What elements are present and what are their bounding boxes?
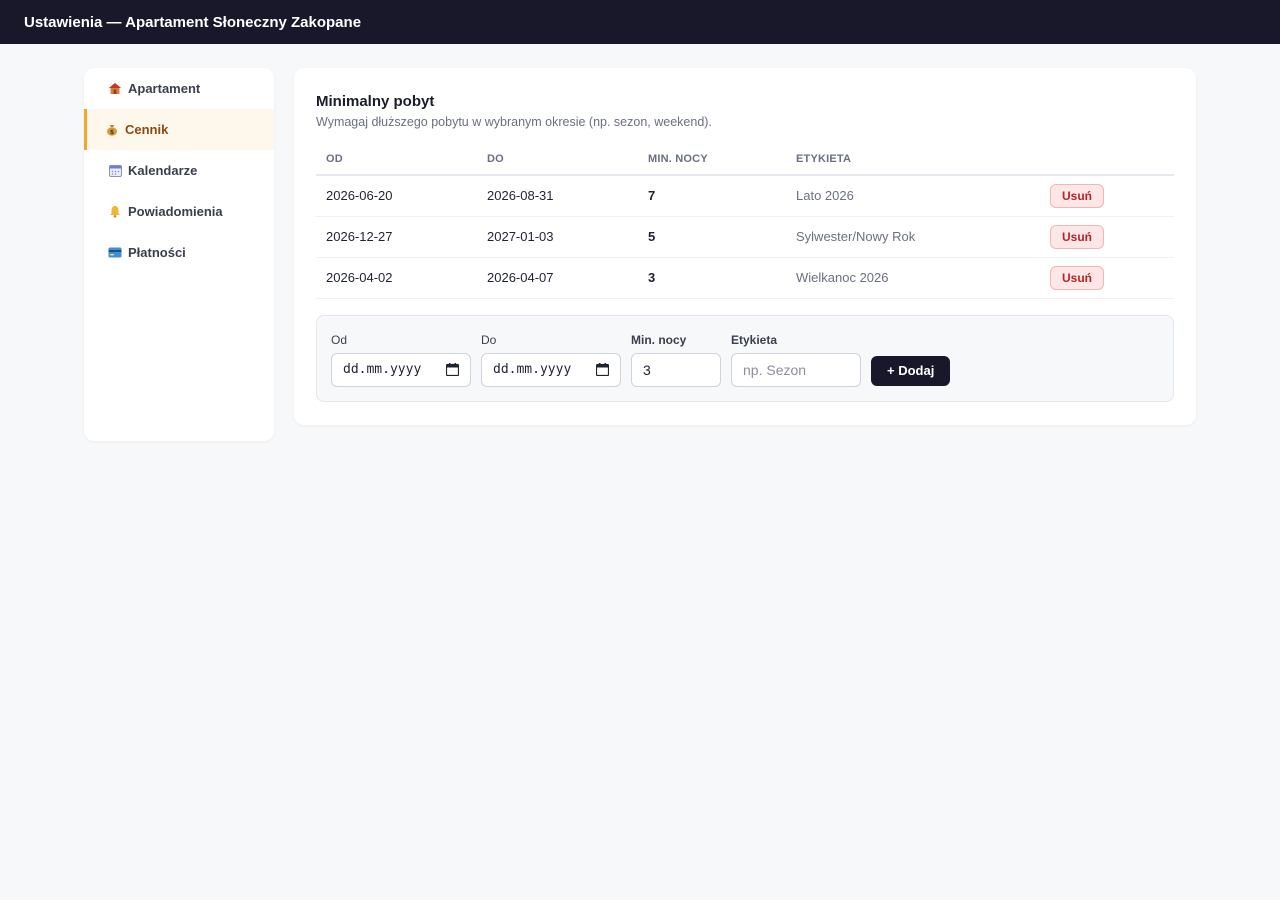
to-label: Do	[481, 332, 497, 347]
cell-min-nights: 7	[638, 175, 786, 217]
tag-label: Etykieta	[731, 332, 778, 347]
cell-from: 2026-06-20	[316, 175, 477, 217]
sidebar-item-cennik[interactable]: $ Cennik	[84, 109, 274, 150]
delete-button[interactable]: Usuń	[1050, 265, 1104, 290]
sidebar-item-apartament[interactable]: Apartament	[84, 68, 274, 109]
delete-button[interactable]: Usuń	[1050, 224, 1104, 249]
top-bar: Ustawienia — Apartament Słoneczny Zakopa…	[0, 0, 1280, 44]
column-header-min-nights: MIN. NOCY	[638, 144, 786, 176]
cell-actions: Usuń	[1040, 216, 1174, 258]
settings-sidebar: Apartament $ Cennik Kalendarze Powiadomi…	[84, 68, 274, 441]
house-icon	[107, 82, 123, 96]
cell-label: Lato 2026	[786, 175, 1040, 217]
sidebar-item-label: Powiadomienia	[128, 204, 223, 219]
section-subtitle: Wymagaj dłuższego pobytu w wybranym okre…	[316, 115, 712, 129]
cell-to: 2026-04-07	[477, 257, 638, 299]
delete-button[interactable]: Usuń	[1050, 183, 1104, 208]
column-header-to: DO	[477, 144, 638, 176]
min-nights-field: Min. nocy 3	[631, 333, 721, 387]
add-button[interactable]: + Dodaj	[871, 355, 951, 386]
table-row: 2026-04-02 2026-04-07 3 Wielkanoc 2026 U…	[316, 257, 1174, 299]
calendar-icon[interactable]	[445, 363, 460, 377]
add-rule-form: Od dd.mm.yyyy Do dd.mm.yyyy Min. nocy 3 …	[316, 314, 1174, 402]
credit-card-icon	[107, 246, 123, 260]
cell-from: 2026-04-02	[316, 257, 477, 299]
column-header-from: OD	[316, 144, 477, 176]
page-title: Ustawienia — Apartament Słoneczny Zakopa…	[24, 13, 362, 31]
cell-label: Wielkanoc 2026	[786, 257, 1040, 299]
from-label: Od	[331, 332, 348, 347]
cell-min-nights: 3	[638, 257, 786, 299]
sidebar-item-kalendarze[interactable]: Kalendarze	[84, 150, 274, 191]
table-row: 2026-06-20 2026-08-31 7 Lato 2026 Usuń	[316, 175, 1174, 217]
calendar-icon[interactable]	[595, 363, 610, 377]
min-nights-input[interactable]: 3	[631, 352, 721, 387]
cell-label: Sylwester/Nowy Rok	[786, 216, 1040, 258]
to-field: Do dd.mm.yyyy	[481, 333, 621, 387]
minimum-stay-table: OD DO MIN. NOCY ETYKIETA 2026-06-20 2026…	[316, 144, 1174, 299]
to-date-input[interactable]: dd.mm.yyyy	[481, 352, 621, 387]
money-bag-icon: $	[104, 123, 120, 137]
to-date-value: dd.mm.yyyy	[493, 362, 572, 377]
sidebar-item-label: Apartament	[128, 81, 201, 96]
tag-input[interactable]: np. Sezon	[731, 352, 861, 387]
cell-to: 2026-08-31	[477, 175, 638, 217]
bell-icon	[107, 205, 123, 219]
cell-min-nights: 5	[638, 216, 786, 258]
sidebar-item-platnosci[interactable]: Płatności	[84, 232, 274, 273]
sidebar-item-label: Płatności	[128, 245, 186, 260]
table-header-row: OD DO MIN. NOCY ETYKIETA	[316, 144, 1174, 176]
sidebar-item-powiadomienia[interactable]: Powiadomienia	[84, 191, 274, 232]
tag-placeholder: np. Sezon	[743, 361, 807, 378]
cell-to: 2027-01-03	[477, 216, 638, 258]
section-title: Minimalny pobyt	[316, 93, 435, 110]
min-nights-label: Min. nocy	[631, 332, 687, 347]
cell-actions: Usuń	[1040, 175, 1174, 217]
from-date-input[interactable]: dd.mm.yyyy	[331, 352, 471, 387]
column-header-actions	[1040, 144, 1174, 176]
cell-from: 2026-12-27	[316, 216, 477, 258]
table-row: 2026-12-27 2027-01-03 5 Sylwester/Nowy R…	[316, 216, 1174, 258]
sidebar-item-label: Cennik	[125, 122, 169, 137]
cell-actions: Usuń	[1040, 257, 1174, 299]
min-nights-value: 3	[643, 361, 651, 378]
sidebar-item-label: Kalendarze	[128, 163, 198, 178]
svg-text:$: $	[110, 129, 114, 136]
tag-field: Etykieta np. Sezon	[731, 333, 861, 387]
calendar-icon	[107, 164, 123, 178]
from-date-value: dd.mm.yyyy	[343, 362, 422, 377]
minimum-stay-card: Minimalny pobyt Wymagaj dłuższego pobytu…	[294, 68, 1196, 425]
column-header-label: ETYKIETA	[786, 144, 1040, 176]
from-field: Od dd.mm.yyyy	[331, 333, 471, 387]
